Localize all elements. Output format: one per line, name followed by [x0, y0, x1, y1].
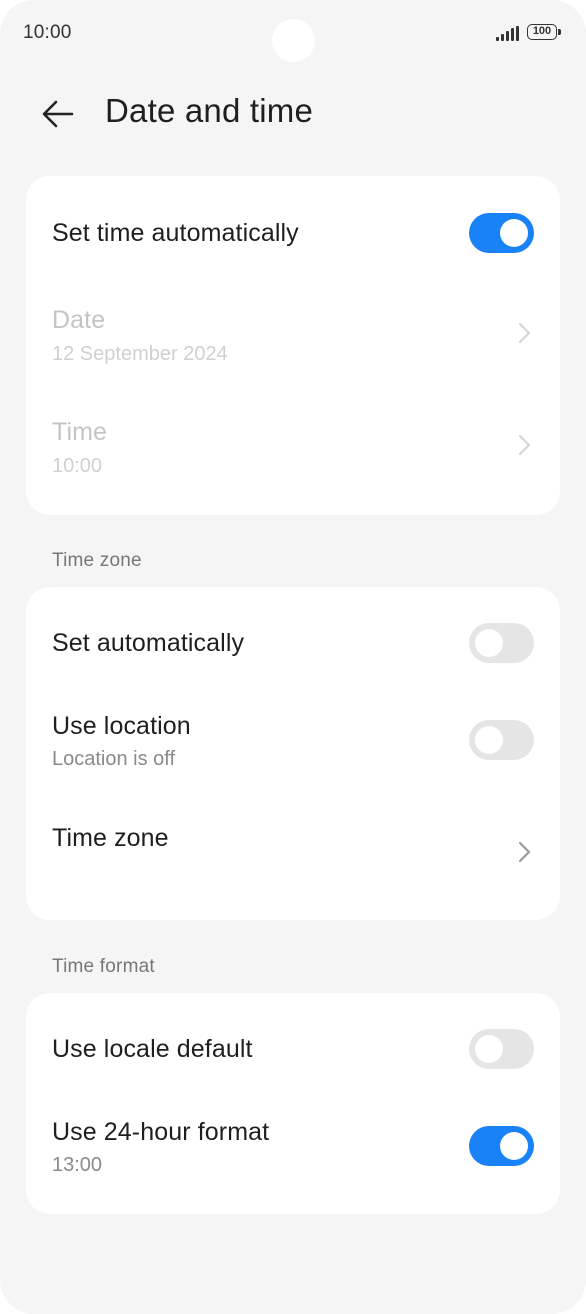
- row-subtitle: 10:00: [52, 455, 103, 477]
- date-time-card: Set time automatically Date 12 September…: [26, 176, 560, 515]
- use-24-hour-row[interactable]: Use 24-hour format 13:00: [26, 1103, 560, 1214]
- page-title: Date and time: [105, 92, 314, 129]
- row-title: Time zone: [52, 824, 169, 852]
- row-subtitle: 13:00: [52, 1154, 103, 1176]
- time-format-card: Use locale default Use 24-hour format 13…: [26, 993, 560, 1214]
- chevron-right-icon: [518, 322, 531, 344]
- phone-screen: 10:00 100 Date and time Set time automat…: [0, 0, 586, 1314]
- chevron-right-icon: [518, 841, 531, 863]
- use-location-row[interactable]: Use location Location is off: [26, 697, 560, 797]
- date-row[interactable]: Date 12 September 2024: [26, 291, 560, 403]
- set-time-automatically-row[interactable]: Set time automatically: [26, 176, 560, 291]
- time-zone-section-heading: Time zone: [52, 550, 142, 571]
- time-zone-card: Set automatically Use location Location …: [26, 587, 560, 920]
- signal-icon: [496, 26, 519, 41]
- use-24-hour-toggle[interactable]: [469, 1126, 534, 1166]
- use-locale-default-toggle[interactable]: [469, 1029, 534, 1069]
- chevron-right-icon: [518, 434, 531, 456]
- set-time-automatically-toggle[interactable]: [469, 213, 534, 253]
- camera-cutout: [272, 19, 315, 62]
- row-subtitle: Location is off: [52, 748, 176, 770]
- row-title: Use 24-hour format: [52, 1118, 270, 1146]
- use-locale-default-row[interactable]: Use locale default: [26, 993, 560, 1103]
- row-title: Time: [52, 418, 108, 446]
- set-automatically-toggle[interactable]: [469, 623, 534, 663]
- time-zone-row[interactable]: Time zone: [26, 797, 560, 920]
- row-title: Use locale default: [52, 1035, 253, 1063]
- set-automatically-row[interactable]: Set automatically: [26, 587, 560, 697]
- status-time: 10:00: [23, 22, 72, 43]
- toggle-knob: [500, 219, 528, 247]
- battery-tip: [558, 29, 561, 35]
- row-subtitle: 12 September 2024: [52, 343, 228, 365]
- toggle-knob: [475, 629, 503, 657]
- row-title: Use location: [52, 712, 191, 740]
- back-arrow-icon[interactable]: [40, 96, 76, 132]
- time-format-section-heading: Time format: [52, 956, 155, 977]
- toggle-knob: [475, 1035, 503, 1063]
- row-title: Date: [52, 306, 106, 334]
- toggle-knob: [500, 1132, 528, 1160]
- battery-icon: 100: [527, 24, 557, 40]
- use-location-toggle[interactable]: [469, 720, 534, 760]
- row-title: Set time automatically: [52, 219, 299, 247]
- row-title: Set automatically: [52, 629, 245, 657]
- time-row[interactable]: Time 10:00: [26, 403, 560, 515]
- toggle-knob: [475, 726, 503, 754]
